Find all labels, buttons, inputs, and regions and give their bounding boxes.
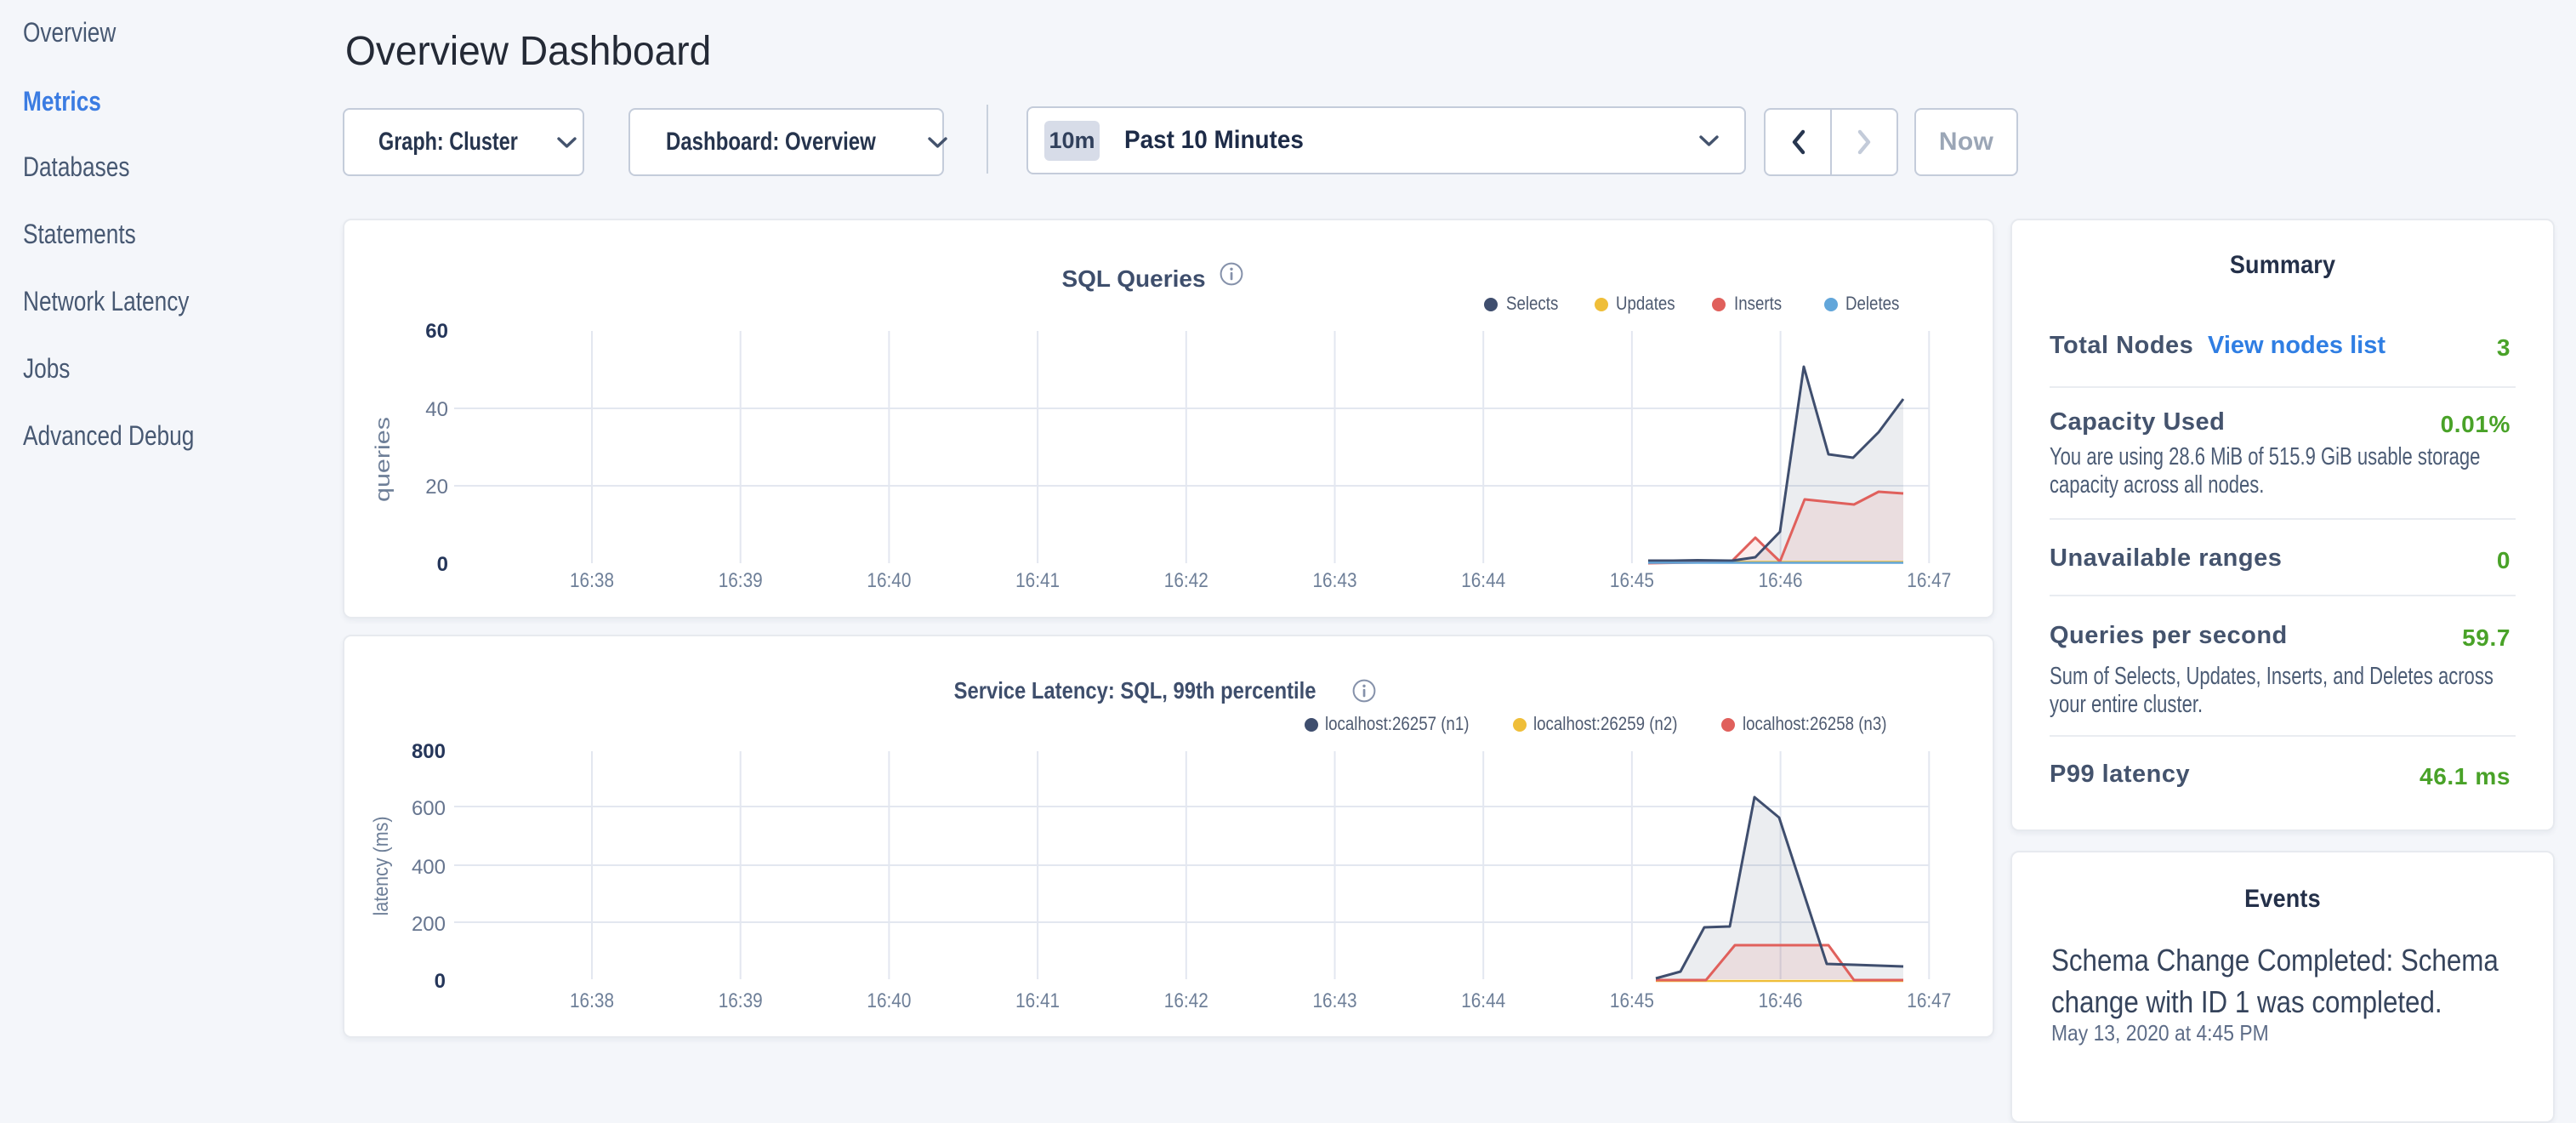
- svg-text:16:43: 16:43: [1313, 989, 1357, 1012]
- svg-text:16:42: 16:42: [1164, 569, 1208, 592]
- svg-text:16:38: 16:38: [570, 569, 614, 592]
- svg-text:0: 0: [437, 553, 448, 576]
- svg-text:16:47: 16:47: [1907, 989, 1951, 1012]
- svg-text:60: 60: [425, 320, 448, 343]
- svg-text:0: 0: [435, 970, 446, 993]
- svg-text:16:39: 16:39: [719, 989, 763, 1012]
- svg-text:16:39: 16:39: [719, 569, 763, 592]
- svg-text:600: 600: [412, 797, 446, 820]
- svg-text:16:43: 16:43: [1313, 569, 1357, 592]
- svg-text:400: 400: [412, 856, 446, 879]
- svg-text:20: 20: [425, 476, 448, 499]
- svg-text:16:45: 16:45: [1610, 989, 1654, 1012]
- svg-text:16:44: 16:44: [1461, 569, 1505, 592]
- svg-text:16:41: 16:41: [1015, 989, 1060, 1012]
- svg-text:16:41: 16:41: [1015, 569, 1060, 592]
- svg-text:16:40: 16:40: [867, 989, 911, 1012]
- svg-text:16:44: 16:44: [1461, 989, 1505, 1012]
- svg-text:16:38: 16:38: [570, 989, 614, 1012]
- svg-text:16:46: 16:46: [1759, 569, 1803, 592]
- svg-text:16:46: 16:46: [1759, 989, 1803, 1012]
- svg-text:latency (ms): latency (ms): [370, 817, 393, 916]
- svg-text:16:45: 16:45: [1610, 569, 1654, 592]
- svg-text:16:42: 16:42: [1164, 989, 1208, 1012]
- svg-text:40: 40: [425, 398, 448, 421]
- svg-text:200: 200: [412, 913, 446, 936]
- svg-text:16:40: 16:40: [867, 569, 911, 592]
- svg-text:queries: queries: [372, 417, 395, 502]
- svg-text:16:47: 16:47: [1907, 569, 1951, 592]
- svg-text:800: 800: [412, 740, 446, 763]
